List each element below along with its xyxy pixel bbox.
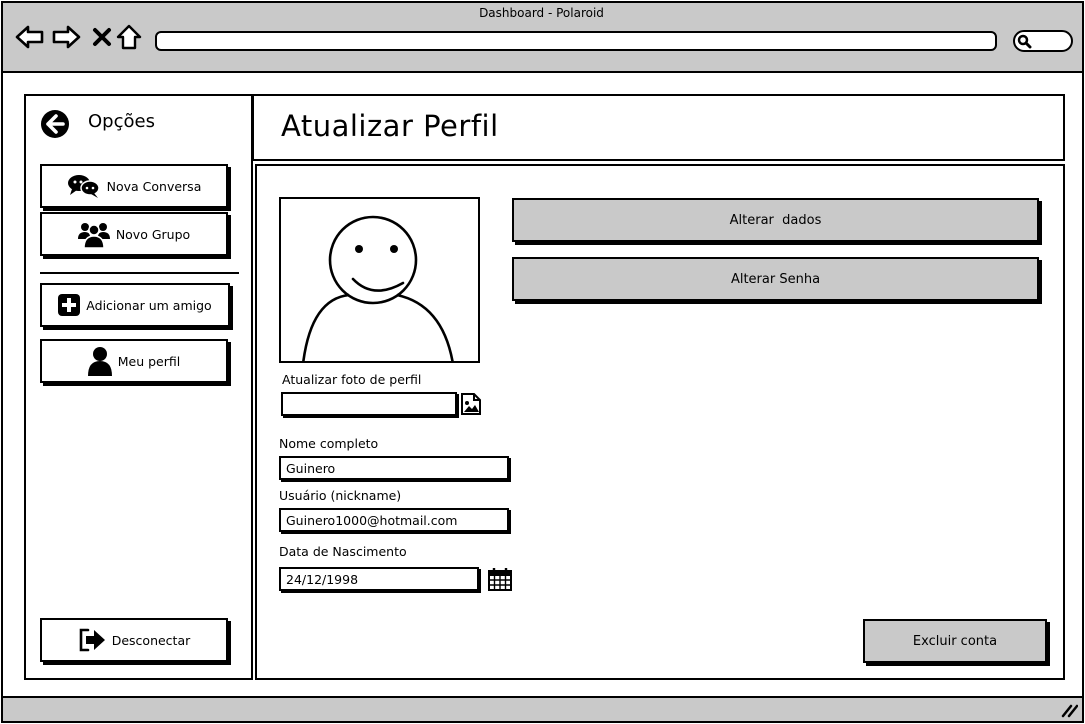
plus-square-icon bbox=[58, 294, 81, 316]
home-icon[interactable] bbox=[114, 22, 144, 52]
page-title: Atualizar Perfil bbox=[281, 109, 499, 143]
update-data-button[interactable]: Alterar dados bbox=[512, 198, 1039, 242]
sidebar-title: Opções bbox=[88, 111, 155, 132]
image-file-icon[interactable] bbox=[460, 392, 482, 416]
back-arrow-icon[interactable] bbox=[15, 22, 45, 52]
change-password-button[interactable]: Alterar Senha bbox=[512, 257, 1039, 301]
new-conversation-button[interactable]: Nova Conversa bbox=[40, 164, 228, 208]
logout-label: Desconectar bbox=[111, 632, 191, 648]
resize-handle-icon[interactable] bbox=[1060, 702, 1078, 718]
full-name-field[interactable] bbox=[279, 456, 509, 480]
my-profile-label: Meu perfil bbox=[117, 353, 181, 369]
calendar-icon[interactable] bbox=[488, 567, 512, 591]
url-bar[interactable] bbox=[155, 31, 997, 51]
my-profile-button[interactable]: Meu perfil bbox=[40, 339, 228, 383]
change-password-label: Alterar Senha bbox=[730, 271, 821, 287]
update-data-label: Alterar dados bbox=[729, 212, 822, 228]
new-conversation-label: Nova Conversa bbox=[106, 178, 202, 194]
new-group-label: Novo Grupo bbox=[115, 226, 191, 242]
search-icon bbox=[1017, 34, 1032, 49]
status-bar bbox=[1, 696, 1084, 723]
sign-out-icon bbox=[79, 628, 105, 652]
birth-date-label: Data de Nascimento bbox=[279, 544, 407, 559]
delete-account-label: Excluir conta bbox=[912, 633, 998, 649]
window-title: Dashboard - Polaroid bbox=[479, 6, 604, 20]
username-field[interactable] bbox=[279, 508, 509, 532]
birth-date-field[interactable] bbox=[279, 567, 479, 591]
add-friend-label: Adicionar um amigo bbox=[86, 297, 212, 313]
sidebar-divider bbox=[40, 272, 239, 274]
avatar-placeholder-icon bbox=[302, 215, 454, 361]
username-field-label: Usuário (nickname) bbox=[279, 488, 402, 503]
name-field-label: Nome completo bbox=[279, 436, 379, 451]
new-group-button[interactable]: Novo Grupo bbox=[40, 212, 228, 256]
arrow-left-circle-icon[interactable] bbox=[40, 109, 70, 139]
chat-bubbles-icon bbox=[67, 175, 100, 198]
logout-button[interactable]: Desconectar bbox=[40, 618, 228, 662]
photo-file-field[interactable] bbox=[281, 392, 457, 416]
user-icon bbox=[87, 347, 112, 376]
photo-field-label: Atualizar foto de perfil bbox=[282, 372, 422, 387]
close-x-icon[interactable] bbox=[87, 22, 117, 52]
add-friend-button[interactable]: Adicionar um amigo bbox=[40, 283, 230, 327]
forward-arrow-icon[interactable] bbox=[51, 22, 81, 52]
delete-account-button[interactable]: Excluir conta bbox=[863, 619, 1047, 663]
group-icon bbox=[77, 223, 110, 249]
avatar bbox=[279, 197, 480, 363]
